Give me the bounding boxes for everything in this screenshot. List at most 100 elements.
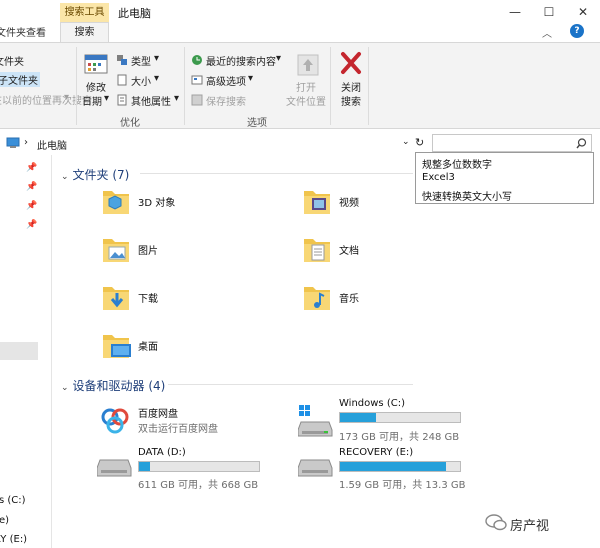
search-input[interactable]	[432, 134, 592, 152]
ribbon-separator	[368, 47, 369, 125]
type-dropdown-icon[interactable]: ▾	[154, 53, 159, 64]
open-label-1: 打开	[296, 83, 316, 94]
open-file-location-icon	[297, 54, 319, 76]
drive-e-usage-bar	[339, 461, 461, 472]
music-folder-icon[interactable]	[302, 283, 332, 315]
calendar-icon	[84, 54, 108, 74]
other-properties-dropdown-icon[interactable]: ▾	[174, 93, 179, 104]
watermark-text: 房产视	[510, 519, 550, 534]
search-again-option: 在以前的位置再次搜索	[0, 96, 92, 107]
recent-searches-option[interactable]: 最近的搜索内容	[206, 53, 276, 68]
close-window-button[interactable]: ✕	[566, 2, 600, 22]
nav-item-drive-c[interactable]: s (C:)	[0, 495, 26, 506]
window-title: 此电脑	[118, 7, 151, 20]
folder-3d-objects[interactable]: 3D 对象	[138, 194, 175, 209]
drive-e-usage-fill	[340, 462, 446, 471]
drive-e-space: 1.59 GB 可用，共 13.3 GB	[339, 480, 466, 491]
baidu-netdisk-subtitle: 双击运行百度网盘	[138, 424, 218, 435]
folder-downloads[interactable]: 下载	[138, 290, 158, 305]
open-label-2: 文件位置	[286, 97, 326, 108]
windows-drive-icon[interactable]	[298, 404, 334, 438]
pin-icon[interactable]: 📌	[26, 220, 37, 230]
collapse-chevron-icon[interactable]: ⌄	[61, 172, 69, 182]
collapse-ribbon-icon[interactable]: ︿	[542, 25, 552, 40]
search-suggestion[interactable]: Excel3	[422, 172, 455, 183]
desktop-folder-icon[interactable]	[101, 331, 135, 363]
subfolders-option[interactable]: 子文件夹	[0, 72, 40, 87]
address-path[interactable]: 此电脑	[37, 137, 67, 152]
ribbon-separator	[330, 47, 331, 125]
data-drive-icon[interactable]	[97, 456, 133, 480]
pin-icon[interactable]: 📌	[26, 182, 37, 192]
advanced-options-icon	[191, 75, 203, 85]
refine-group-label: 优化	[120, 118, 140, 129]
folders-section-header[interactable]: ⌄ 文件夹 (7)	[61, 166, 129, 183]
folder-pictures[interactable]: 图片	[138, 242, 158, 257]
section-divider	[168, 384, 413, 385]
modify-date-dropdown-icon[interactable]: ▾	[104, 93, 109, 104]
downloads-folder-icon[interactable]	[101, 283, 131, 315]
drive-c-usage-fill	[340, 413, 376, 422]
search-icon[interactable]	[576, 138, 587, 149]
folder-documents[interactable]: 文档	[339, 242, 359, 257]
drive-c-space: 173 GB 可用，共 248 GB	[339, 432, 460, 443]
search-suggestion[interactable]: 规整多位数数字	[422, 156, 492, 171]
current-folder-option[interactable]: 文件夹	[0, 53, 24, 68]
other-properties-filter[interactable]: 其他属性	[131, 93, 171, 108]
drive-c-usage-bar	[339, 412, 461, 423]
baidu-netdisk-name[interactable]: 百度网盘	[138, 405, 178, 420]
size-icon	[117, 74, 127, 86]
type-filter[interactable]: 类型	[131, 53, 151, 68]
minimize-button[interactable]: —	[498, 2, 532, 22]
baidu-netdisk-icon[interactable]	[100, 405, 130, 435]
folders-section-title: 文件夹 (7)	[72, 168, 130, 182]
breadcrumb-separator-icon: ›	[24, 137, 28, 148]
nav-item-selected[interactable]	[0, 342, 38, 360]
drive-d-name[interactable]: DATA (D:)	[138, 447, 186, 458]
documents-folder-icon[interactable]	[302, 235, 332, 265]
wechat-watermark-icon	[485, 514, 507, 531]
advanced-options-dropdown-icon[interactable]: ▾	[248, 73, 253, 84]
nav-item-drive-e[interactable]: RY (E:)	[0, 534, 27, 545]
drive-d-usage-bar	[138, 461, 260, 472]
tab-view[interactable]: 查看	[26, 24, 46, 39]
maximize-button[interactable]: ☐	[532, 2, 566, 22]
options-group-label: 选项	[247, 118, 267, 129]
tab-file-partial[interactable]: 文件夹	[0, 24, 26, 39]
size-filter[interactable]: 大小	[131, 73, 151, 88]
search-suggestion[interactable]: 快速转换英文大小写	[422, 188, 512, 203]
save-search-option: 保存搜索	[206, 97, 246, 108]
nav-item-drive-d[interactable]: e)	[0, 515, 9, 526]
pictures-folder-icon[interactable]	[101, 235, 131, 265]
recent-searches-icon	[192, 55, 202, 65]
search-again-dropdown-icon: ▾	[64, 92, 70, 103]
help-icon[interactable]: ?	[570, 24, 584, 38]
collapse-chevron-icon[interactable]: ⌄	[61, 383, 69, 393]
address-dropdown-icon[interactable]: ⌄	[402, 137, 410, 147]
close-search-label-1[interactable]: 关闭	[341, 79, 361, 94]
devices-section-header[interactable]: ⌄ 设备和驱动器 (4)	[61, 377, 165, 394]
modify-date-label-2[interactable]: 日期	[82, 93, 102, 108]
refresh-icon[interactable]: ↻	[415, 136, 424, 149]
videos-folder-icon[interactable]	[302, 187, 332, 217]
title-bar: 文件夹 查看 搜索工具 搜索 此电脑 — ☐ ✕ ︿ ?	[0, 0, 600, 42]
drive-c-name[interactable]: Windows (C:)	[339, 398, 405, 409]
size-dropdown-icon[interactable]: ▾	[154, 73, 159, 84]
pin-icon[interactable]: 📌	[26, 201, 37, 211]
tab-search[interactable]: 搜索	[60, 22, 109, 42]
folder-videos[interactable]: 视频	[339, 194, 359, 209]
3d-objects-folder-icon[interactable]	[101, 187, 131, 217]
close-search-label-2[interactable]: 搜索	[341, 93, 361, 108]
drive-e-name[interactable]: RECOVERY (E:)	[339, 447, 413, 458]
pin-icon[interactable]: 📌	[26, 163, 37, 173]
modify-date-label-1[interactable]: 修改	[86, 79, 106, 94]
drive-d-usage-fill	[139, 462, 150, 471]
recovery-drive-icon[interactable]	[298, 456, 334, 480]
folder-music[interactable]: 音乐	[339, 290, 359, 305]
search-suggestions-dropdown: 规整多位数数字 Excel3 快速转换英文大小写	[415, 152, 594, 204]
close-search-icon[interactable]	[340, 51, 362, 75]
recent-searches-dropdown-icon[interactable]: ▾	[276, 53, 281, 64]
advanced-options[interactable]: 高级选项	[206, 73, 246, 88]
folder-desktop[interactable]: 桌面	[138, 338, 158, 353]
save-search-icon	[191, 94, 203, 106]
